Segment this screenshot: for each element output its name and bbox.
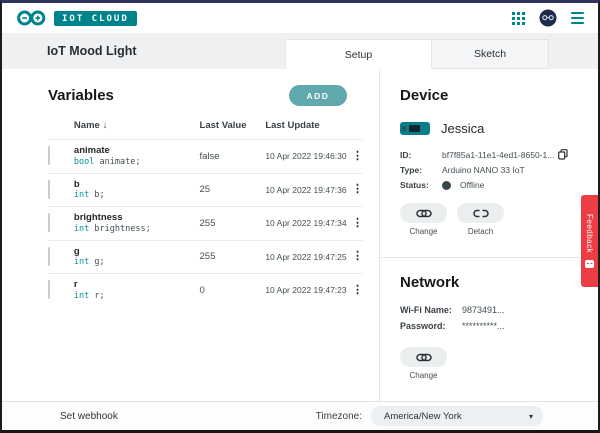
device-panel: Device Jessica ID: bf7f85a1-11e1-4ed1-86… — [381, 69, 598, 401]
table-row: animate bool animate; false 10 Apr 2022 … — [48, 140, 363, 174]
thing-title-bar: IoT Mood Light Setup Sketch — [2, 33, 598, 69]
column-last-update: Last Update — [265, 120, 349, 131]
variable-last-update: 10 Apr 2022 19:46:30 — [265, 151, 349, 161]
column-name[interactable]: Name↓ — [74, 120, 200, 131]
wifi-name-label: Wi-Fi Name: — [400, 305, 462, 315]
link-icon — [416, 209, 432, 218]
variables-panel: Variables ADD Name↓ Last Value Last Upda… — [2, 69, 380, 401]
row-menu-icon[interactable]: ⋮ — [349, 251, 363, 262]
row-checkbox[interactable] — [48, 213, 50, 232]
variable-declaration: int brightness; — [74, 224, 200, 235]
device-title: Device — [400, 87, 584, 104]
board-icon — [400, 122, 430, 135]
variable-last-value: 255 — [200, 218, 266, 229]
device-status-value: Offline — [460, 180, 484, 190]
set-webhook-link[interactable]: Set webhook — [60, 411, 118, 422]
device-type-label: Type: — [400, 165, 442, 175]
table-row: b int b; 25 10 Apr 2022 19:47:36 ⋮ — [48, 174, 363, 208]
panel-divider — [381, 257, 598, 258]
iot-cloud-window: IOT CLOUD IoT Mood Light Setup Sketch — [0, 0, 600, 433]
hamburger-menu-icon[interactable] — [571, 12, 584, 24]
change-network-button[interactable] — [400, 347, 447, 367]
variable-name[interactable]: animate — [74, 145, 200, 157]
tab-setup[interactable]: Setup — [285, 39, 432, 69]
top-bar: IOT CLOUD — [2, 3, 598, 33]
variables-title: Variables — [48, 87, 114, 104]
feedback-tab[interactable]: Feedback — [581, 195, 598, 287]
row-checkbox[interactable] — [48, 280, 50, 299]
variable-name[interactable]: b — [74, 179, 200, 191]
tab-sketch[interactable]: Sketch — [432, 39, 549, 69]
network-title: Network — [400, 274, 584, 291]
password-value: **********... — [462, 321, 505, 331]
variable-declaration: int g; — [74, 257, 200, 268]
user-avatar[interactable] — [539, 9, 557, 27]
row-menu-icon[interactable]: ⋮ — [349, 218, 363, 229]
timezone-value: America/New York — [384, 411, 529, 422]
variable-last-value: 0 — [200, 285, 266, 296]
detach-device-button[interactable] — [457, 203, 504, 223]
password-label: Password: — [400, 321, 462, 331]
iot-cloud-badge: IOT CLOUD — [54, 11, 137, 26]
table-row: brightness int brightness; 255 10 Apr 20… — [48, 207, 363, 241]
arduino-logo[interactable]: IOT CLOUD — [16, 9, 137, 27]
copy-icon[interactable] — [558, 149, 568, 160]
variable-last-update: 10 Apr 2022 19:47:34 — [265, 218, 349, 228]
change-device-label: Change — [409, 227, 437, 236]
change-network-label: Change — [409, 371, 437, 380]
change-device-button[interactable] — [400, 203, 447, 223]
row-checkbox[interactable] — [48, 146, 50, 165]
timezone-select[interactable]: America/New York ▾ — [371, 406, 543, 426]
device-name: Jessica — [441, 121, 484, 136]
variable-last-value: 25 — [200, 184, 266, 195]
column-last-value: Last Value — [200, 120, 266, 131]
detach-device-label: Detach — [468, 227, 493, 236]
variable-name[interactable]: r — [74, 279, 200, 291]
apps-grid-icon[interactable] — [512, 12, 525, 25]
variable-last-value: false — [200, 151, 266, 162]
row-checkbox[interactable] — [48, 247, 50, 266]
variable-last-update: 10 Apr 2022 19:47:36 — [265, 185, 349, 195]
row-menu-icon[interactable]: ⋮ — [349, 184, 363, 195]
link-icon — [416, 353, 432, 362]
main-content: Variables ADD Name↓ Last Value Last Upda… — [2, 69, 598, 401]
feedback-smiley-icon — [585, 260, 594, 268]
timezone-label: Timezone: — [316, 411, 362, 422]
table-row: r int r; 0 10 Apr 2022 19:47:23 ⋮ — [48, 274, 363, 307]
variable-declaration: bool animate; — [74, 157, 200, 168]
device-id-label: ID: — [400, 150, 442, 160]
device-status-label: Status: — [400, 180, 442, 190]
device-type-value: Arduino NANO 33 IoT — [442, 165, 525, 175]
variable-declaration: int b; — [74, 190, 200, 201]
chevron-down-icon: ▾ — [529, 412, 533, 421]
unlink-icon — [473, 209, 489, 218]
status-offline-icon — [442, 181, 451, 190]
page-title: IoT Mood Light — [47, 44, 137, 58]
wifi-name-value: 9873491... — [462, 305, 505, 315]
variable-name[interactable]: g — [74, 246, 200, 258]
table-row: g int g; 255 10 Apr 2022 19:47:25 ⋮ — [48, 241, 363, 275]
tab-bar: Setup Sketch — [285, 39, 549, 69]
variable-declaration: int r; — [74, 291, 200, 302]
device-id-value: bf7f85a1-11e1-4ed1-8650-1... — [442, 149, 568, 160]
variable-last-update: 10 Apr 2022 19:47:23 — [265, 285, 349, 295]
row-menu-icon[interactable]: ⋮ — [349, 151, 363, 162]
variable-name[interactable]: brightness — [74, 212, 200, 224]
feedback-label: Feedback — [585, 214, 594, 253]
row-menu-icon[interactable]: ⋮ — [349, 285, 363, 296]
variable-last-update: 10 Apr 2022 19:47:25 — [265, 252, 349, 262]
footer-bar: Set webhook Timezone: America/New York ▾ — [2, 401, 598, 430]
sort-desc-icon: ↓ — [103, 120, 108, 131]
variable-last-value: 255 — [200, 251, 266, 262]
arduino-infinity-icon — [16, 9, 47, 27]
variables-table-header: Name↓ Last Value Last Update — [48, 120, 363, 140]
add-variable-button[interactable]: ADD — [289, 85, 347, 106]
row-checkbox[interactable] — [48, 180, 50, 199]
